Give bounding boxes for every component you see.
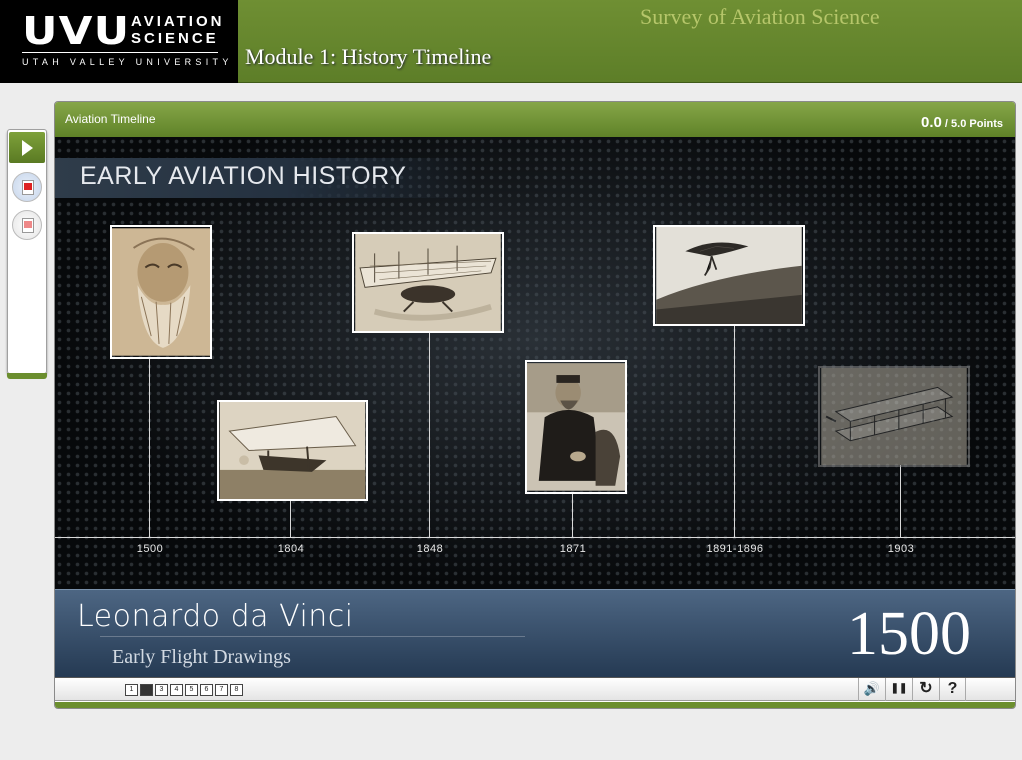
volume-button[interactable]: 🔊 — [858, 678, 885, 701]
volume-icon: 🔊 — [863, 681, 881, 696]
leonardo-portrait-image — [112, 228, 210, 356]
page-button-1[interactable]: 1 — [125, 684, 138, 696]
help-button[interactable]: ? — [939, 678, 966, 701]
event-photo-1903[interactable] — [818, 366, 970, 467]
pdf-document-icon — [22, 180, 34, 195]
biplane-glider-image — [821, 368, 967, 465]
seated-man-portrait-image — [527, 363, 625, 491]
timeline-stem — [149, 357, 150, 537]
page-button-7[interactable]: 7 — [215, 684, 228, 696]
module-title: Module 1: History Timeline — [245, 44, 492, 69]
page-button-3[interactable]: 3 — [155, 684, 168, 696]
year-label[interactable]: 1804 — [278, 543, 304, 555]
logo-line-aviation: AVIATION — [131, 13, 225, 30]
year-label[interactable]: 1891-1896 — [706, 543, 763, 555]
logo-mark: UVU — [22, 9, 131, 53]
event-photo-1871[interactable] — [525, 360, 627, 494]
pause-button[interactable]: ❚❚ — [885, 678, 912, 701]
slide-pager: 1 2 3 4 5 6 7 8 — [125, 684, 243, 696]
score-total: / 5.0 Points — [944, 118, 1003, 130]
event-photo-1804[interactable] — [217, 400, 368, 501]
side-toolbar — [7, 129, 47, 379]
panel-header: Aviation Timeline 0.0 / 5.0 Points — [55, 102, 1015, 137]
page-button-2[interactable]: 2 — [140, 684, 153, 696]
event-photo-1848[interactable] — [352, 232, 504, 333]
section-title: EARLY AVIATION HISTORY — [80, 162, 407, 190]
year-label[interactable]: 1903 — [888, 543, 914, 555]
event-name: Leonardo da Vinci — [77, 599, 354, 634]
event-photo-1891-1896[interactable] — [653, 225, 805, 326]
event-subtitle: Early Flight Drawings — [112, 646, 291, 668]
attachment-button-1[interactable] — [12, 172, 42, 202]
panel-title: Aviation Timeline — [65, 112, 156, 126]
player-controls: 1 2 3 4 5 6 7 8 🔊 ❚❚ ↻ ? — [55, 677, 1015, 701]
year-label[interactable]: 1500 — [137, 543, 163, 555]
timeline-stem — [572, 492, 573, 537]
page-button-6[interactable]: 6 — [200, 684, 213, 696]
timeline-stem — [900, 465, 901, 537]
logo-line-science: SCIENCE — [131, 30, 219, 47]
pdf-document-icon — [22, 218, 34, 233]
uvu-aviation-logo: UVU AVIATION SCIENCE UTAH VALLEY UNIVERS… — [0, 0, 238, 83]
replay-icon: ↻ — [919, 680, 933, 697]
year-label[interactable]: 1871 — [560, 543, 586, 555]
logo-wordmark: AVIATION SCIENCE — [131, 13, 224, 47]
logo-divider — [22, 52, 218, 53]
page-button-8[interactable]: 8 — [230, 684, 243, 696]
event-caption: Leonardo da Vinci Early Flight Drawings … — [55, 589, 1015, 677]
timeline-stage: EARLY AVIATION HISTORY 1500 1804 1848 18… — [55, 137, 1015, 589]
timeline-stem — [734, 324, 735, 537]
event-photo-1500[interactable] — [110, 225, 212, 359]
caption-divider — [100, 636, 525, 637]
replay-button[interactable]: ↻ — [912, 678, 939, 701]
logo-university: UTAH VALLEY UNIVERSITY — [22, 57, 233, 67]
course-title: Survey of Aviation Science — [640, 4, 880, 29]
year-label[interactable]: 1848 — [417, 543, 443, 555]
side-toolbar-footer — [7, 373, 47, 379]
side-play-button[interactable] — [9, 132, 45, 163]
pause-icon: ❚❚ — [890, 683, 908, 694]
score-display: 0.0 / 5.0 Points — [921, 114, 1003, 131]
panel-footer — [55, 702, 1015, 708]
timeline-axis — [55, 537, 1015, 538]
page-button-4[interactable]: 4 — [170, 684, 183, 696]
timeline-stem — [429, 331, 430, 537]
event-year: 1500 — [847, 600, 971, 668]
help-icon: ? — [947, 680, 958, 697]
attachment-button-2[interactable] — [12, 210, 42, 240]
hang-glider-flight-image — [656, 227, 802, 324]
score-value: 0.0 — [921, 114, 942, 131]
timeline-panel: Aviation Timeline 0.0 / 5.0 Points EARLY… — [54, 101, 1016, 709]
early-glider-image — [219, 402, 366, 499]
page-button-5[interactable]: 5 — [185, 684, 198, 696]
timeline-stem — [290, 499, 291, 537]
app-header: UVU AVIATION SCIENCE UTAH VALLEY UNIVERS… — [0, 0, 1022, 83]
steam-aircraft-image — [355, 234, 501, 331]
play-icon — [22, 140, 33, 156]
